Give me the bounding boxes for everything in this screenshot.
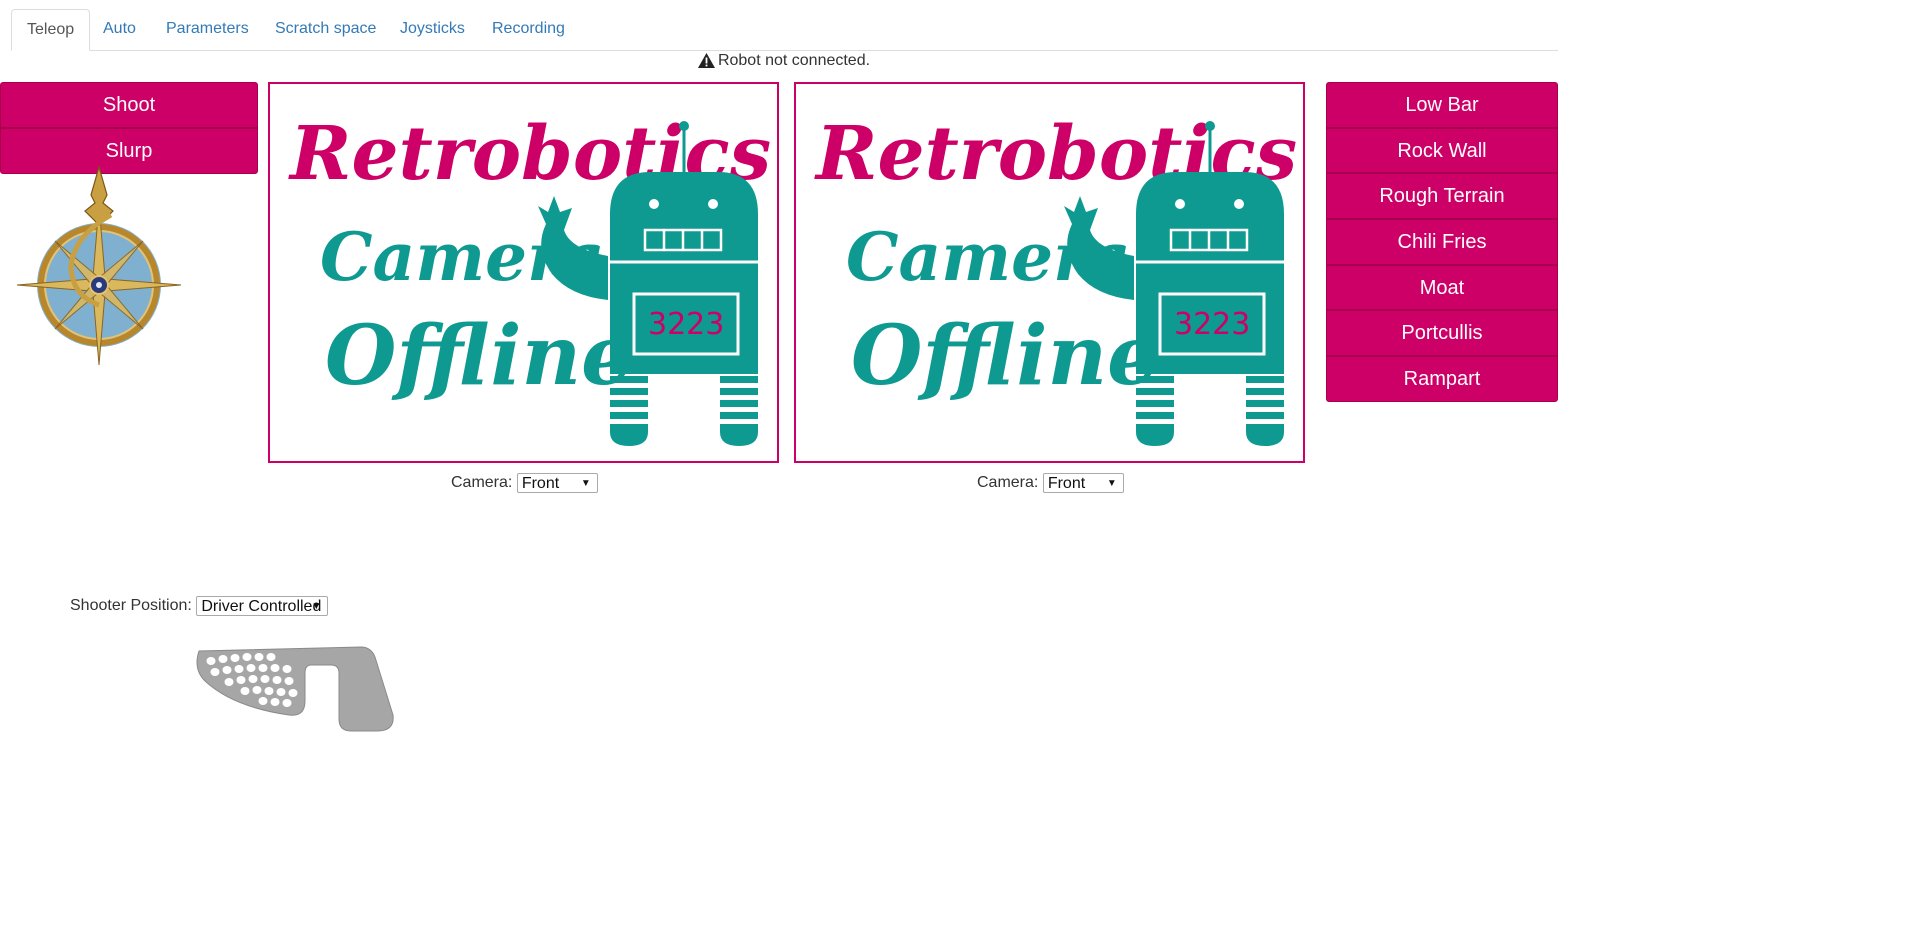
rock-wall-button[interactable]: Rock Wall [1326,127,1558,174]
tab-joysticks[interactable]: Joysticks [385,9,480,49]
chevron-down-icon: ▼ [311,601,322,612]
camera-offline-image: Retrobotics Camera Offline 3223 [288,111,771,446]
tab-parameters[interactable]: Parameters [151,9,264,49]
portcullis-button[interactable]: Portcullis [1326,310,1558,357]
team-number-text: 3223 [648,307,724,342]
camera-offline-image: Retrobotics Camera Offline 3223 [814,111,1297,446]
tab-teleop[interactable]: Teleop [11,9,91,51]
camera-offline-text: Offline [325,308,633,404]
rough-terrain-button[interactable]: Rough Terrain [1326,173,1558,220]
low-bar-button[interactable]: Low Bar [1326,82,1558,128]
status-text: Robot not connected. [717,52,871,69]
shooter-position-value: Driver Controlled [201,598,322,615]
shooter-position-control: Shooter Position: Driver Controlled ▼ [70,596,329,616]
camera-2-label: Camera: [977,474,1039,492]
camera-1-label: Camera: [451,474,513,492]
camera-2-value: Front [1047,475,1086,492]
chili-fries-button[interactable]: Chili Fries [1326,219,1558,265]
tab-scratch-space[interactable]: Scratch space [260,9,391,49]
connection-status: Robot not connected. [0,51,1568,71]
camera-offline-text: Offline [851,308,1159,404]
defense-button-group: Low Bar Rock Wall Rough Terrain Chili Fr… [1326,82,1558,402]
camera-feed-2: Retrobotics Camera Offline 3223 [794,82,1305,463]
camera-2-select[interactable]: Front ▼ [1042,473,1124,493]
chevron-down-icon: ▼ [1106,478,1117,489]
rampart-button[interactable]: Rampart [1326,356,1558,402]
tab-recording[interactable]: Recording [477,9,580,49]
team-number-text: 3223 [1174,307,1250,342]
shoot-button[interactable]: Shoot [0,82,258,128]
shooter-position-label: Shooter Position: [70,597,192,615]
tab-bar: Teleop Auto Parameters Scratch space Joy… [11,9,1558,51]
camera-1-select[interactable]: Front ▼ [516,473,598,493]
camera-1-value: Front [521,475,560,492]
camera-1-selector: Camera: Front ▼ [451,473,598,493]
shooter-diagram-icon [196,646,394,732]
moat-button[interactable]: Moat [1326,264,1558,311]
warning-icon [697,53,715,68]
compass-logo [16,165,182,366]
tab-auto[interactable]: Auto [88,9,151,49]
camera-feed-1: Retrobotics Camera Offline 3223 [268,82,779,463]
left-button-group: Shoot Slurp [0,82,258,174]
camera-2-selector: Camera: Front ▼ [977,473,1124,493]
shooter-position-select[interactable]: Driver Controlled ▼ [196,596,329,616]
chevron-down-icon: ▼ [580,478,591,489]
